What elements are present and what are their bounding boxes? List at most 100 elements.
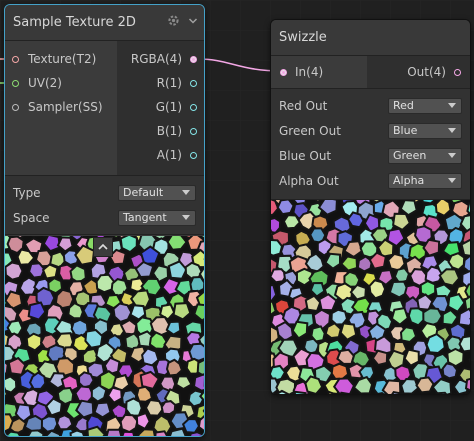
input-port-sampler[interactable]: Sampler(SS) [5,95,117,119]
type-dropdown[interactable]: Default [118,184,196,201]
dropdown-arrow-icon [448,103,456,108]
alpha-out-row: Alpha Out Alpha [271,168,470,193]
texture-cell [6,319,24,336]
texture-cell [67,301,84,320]
red-out-dropdown[interactable]: Red [388,97,462,114]
ports-section: Texture(T2) UV(2) Sampler(SS) RGBA(4) R(… [5,41,204,176]
dropdown-arrow-icon [448,128,456,133]
blue-out-dropdown[interactable]: Green [388,147,462,164]
chevron-up-icon [98,243,108,250]
texture-cell [409,392,416,394]
texture-cell [23,414,45,433]
outputs-column: Out(4) [367,56,470,88]
texture-cell [74,385,95,404]
dropdown-arrow-icon [182,190,190,195]
texture-cell [160,400,177,416]
texture-cell [330,308,349,326]
texture-cell [121,430,136,436]
sample-texture-2d-node[interactable]: Sample Texture 2D Texture(T2) UV(2) Samp… [4,4,205,437]
texture-cell [141,347,160,367]
type-row: Type Default [5,180,204,205]
texture-cell [453,393,459,394]
texture-cell [119,233,138,254]
output-port-out[interactable]: Out(4) [407,60,470,84]
texture-cell [56,414,74,431]
texture-cell [315,393,318,394]
input-port-in[interactable]: In(4) [271,60,323,84]
port-dot[interactable] [454,68,461,76]
texture-cell [304,375,324,394]
texture-cell [330,362,350,381]
node-header[interactable]: Sample Texture 2D [5,5,204,41]
output-port-rgba[interactable]: RGBA(4) [117,47,204,71]
texture-cell [40,415,59,433]
space-row: Space Tangent [5,205,204,230]
outputs-column: RGBA(4) R(1) G(1) B(1) A(1) [117,41,204,175]
texture-cell [84,328,104,349]
voronoi-texture-preview [5,218,204,436]
texture-cell [434,196,452,217]
port-dot[interactable] [190,103,197,111]
blue-out-row: Blue Out Green [271,143,470,168]
ports-section: In(4) Out(4) [271,56,470,89]
inputs-column: Texture(T2) UV(2) Sampler(SS) [5,41,117,175]
node-header[interactable]: Swizzle [271,20,470,56]
texture-cell [119,413,139,434]
texture-cell [189,431,204,436]
input-port-uv[interactable]: UV(2) [5,71,117,95]
texture-cell [276,198,295,216]
input-port-texture[interactable]: Texture(T2) [5,47,117,71]
texture-cell [105,428,123,436]
texture-cell [144,398,165,417]
texture-cell [78,371,95,389]
texture-cell [5,375,18,394]
node-title: Swizzle [279,30,327,45]
output-port-r[interactable]: R(1) [117,71,204,95]
texture-cell [27,262,46,279]
output-port-a[interactable]: A(1) [117,143,204,167]
texture-cell [415,376,435,394]
dropdown-arrow-icon [448,178,456,183]
port-dot[interactable] [12,55,19,63]
port-dot[interactable] [280,68,287,76]
voronoi-texture-preview [271,182,470,394]
texture-cell [368,279,387,300]
texture-cell [112,302,133,324]
texture-preview [271,182,470,394]
dropdown-arrow-icon [182,215,190,220]
collapse-preview-button[interactable] [93,237,113,257]
texture-preview [5,218,204,436]
port-dot[interactable] [190,79,197,87]
node-title: Sample Texture 2D [13,15,136,30]
swizzle-node[interactable]: Swizzle In(4) Out(4) Red Out Red Green O… [270,19,471,395]
texture-cell [441,362,459,380]
port-dot[interactable] [190,127,197,135]
port-dot[interactable] [12,79,19,87]
texture-cell [5,261,24,281]
node-settings: Red Out Red Green Out Blue Blue Out Gree… [271,89,470,200]
texture-cell [181,417,201,434]
texture-cell [189,275,204,293]
texture-cell [400,377,420,394]
port-dot[interactable] [190,55,197,63]
space-dropdown[interactable]: Tangent [118,209,196,226]
port-dot[interactable] [190,151,197,159]
alpha-out-dropdown[interactable]: Alpha [388,172,462,189]
dropdown-arrow-icon [448,153,456,158]
green-out-row: Green Out Blue [271,118,470,143]
texture-cell [125,397,143,417]
gear-icon[interactable] [167,14,180,31]
texture-cell [192,373,204,392]
port-dot[interactable] [12,103,19,111]
chevron-down-icon[interactable] [188,15,198,30]
texture-cell [184,261,203,280]
texture-cell [188,342,204,362]
texture-cell [27,429,45,436]
texture-cell [419,279,437,298]
inputs-column: In(4) [271,56,367,88]
output-port-g[interactable]: G(1) [117,95,204,119]
output-port-b[interactable]: B(1) [117,119,204,143]
red-out-row: Red Out Red [271,93,470,118]
green-out-dropdown[interactable]: Blue [388,122,462,139]
texture-cell [25,332,43,352]
